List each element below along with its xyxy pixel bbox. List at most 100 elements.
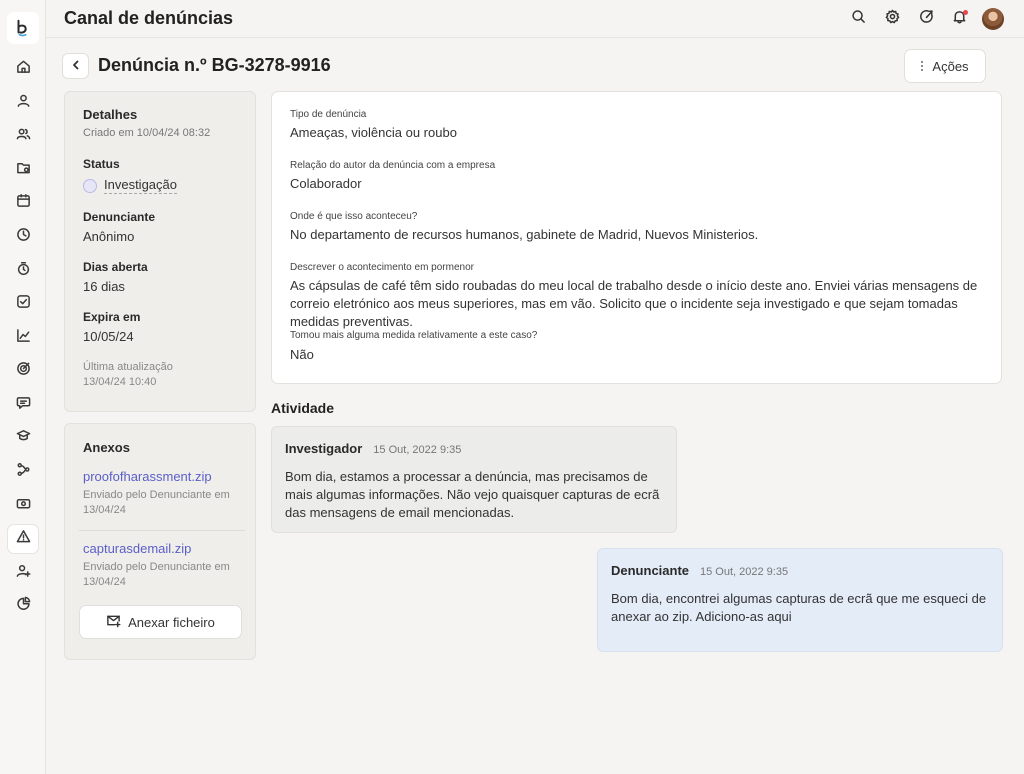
status-value: Investigação bbox=[104, 177, 177, 194]
attachment-meta: Enviado pelo Denunciante em 13/04/24 bbox=[83, 561, 230, 588]
pie-chart-icon bbox=[16, 596, 31, 616]
expires-value: 10/05/24 bbox=[83, 329, 134, 344]
nav-profile[interactable] bbox=[7, 88, 39, 118]
calendar-icon bbox=[16, 193, 31, 213]
status-dot-icon bbox=[83, 178, 97, 193]
message-author: Investigador bbox=[285, 441, 363, 456]
clock-icon bbox=[16, 227, 31, 247]
alert-icon bbox=[16, 529, 31, 549]
more-vertical-icon bbox=[921, 61, 924, 71]
nav-analytics[interactable] bbox=[7, 323, 39, 353]
report-answer: As cápsulas de café têm sido roubadas do… bbox=[290, 278, 978, 329]
divider bbox=[79, 530, 245, 531]
search-icon bbox=[851, 9, 866, 29]
page-title: Denúncia n.º BG-3278-9916 bbox=[98, 55, 331, 75]
report-card: Tipo de denúncia Ameaças, violência ou r… bbox=[271, 91, 1002, 384]
nav-workflows[interactable] bbox=[7, 457, 39, 487]
last-updated-value: 13/04/24 10:40 bbox=[83, 376, 157, 388]
gauge-icon bbox=[919, 9, 934, 29]
money-icon bbox=[16, 496, 31, 516]
nav-calendar[interactable] bbox=[7, 188, 39, 218]
notification-badge bbox=[963, 10, 968, 15]
report-answer: Não bbox=[290, 347, 314, 362]
timer-icon bbox=[16, 261, 31, 281]
notifications-button[interactable] bbox=[950, 10, 968, 28]
sidebar bbox=[0, 0, 46, 774]
check-icon bbox=[16, 294, 31, 314]
message-time: 15 Out, 2022 9:35 bbox=[373, 444, 462, 456]
user-icon bbox=[16, 93, 31, 113]
attachment-link[interactable]: capturasdemail.zip bbox=[83, 541, 237, 556]
folder-icon bbox=[16, 160, 31, 180]
nav-home[interactable] bbox=[7, 54, 39, 84]
nav-onboarding[interactable] bbox=[7, 558, 39, 588]
status-selector[interactable]: Investigação bbox=[83, 177, 237, 194]
attachments-heading: Anexos bbox=[83, 440, 130, 455]
report-answer: No departamento de recursos humanos, gab… bbox=[290, 227, 759, 242]
nav-documents[interactable] bbox=[7, 155, 39, 185]
attach-file-button[interactable]: Anexar ficheiro bbox=[79, 605, 242, 639]
chevron-left-icon bbox=[71, 57, 81, 75]
workflow-icon bbox=[16, 462, 31, 482]
nav-timer[interactable] bbox=[7, 256, 39, 286]
activity-message: Investigador 15 Out, 2022 9:35 Bom dia, … bbox=[271, 426, 677, 533]
user-add-icon bbox=[16, 563, 31, 583]
days-open-value: 16 dias bbox=[83, 279, 125, 294]
search-button[interactable] bbox=[849, 10, 867, 28]
settings-button[interactable] bbox=[883, 9, 901, 29]
reporter-label: Denunciante bbox=[83, 210, 156, 224]
nav-reports[interactable] bbox=[7, 591, 39, 621]
report-question: Descrever o acontecimento em pormenor bbox=[290, 262, 474, 273]
activity-message: Denunciante 15 Out, 2022 9:35 Bom dia, e… bbox=[597, 548, 1003, 652]
actions-label: Ações bbox=[932, 58, 969, 74]
nav-people[interactable] bbox=[7, 121, 39, 151]
last-updated-label: Última atualização bbox=[83, 361, 173, 373]
attach-file-label: Anexar ficheiro bbox=[128, 614, 215, 630]
chat-icon bbox=[16, 395, 31, 415]
attachment-item: proofofharassment.zip Enviado pelo Denun… bbox=[83, 469, 237, 518]
speed-button[interactable] bbox=[917, 10, 935, 28]
created-date: Criado em 10/04/24 08:32 bbox=[83, 127, 211, 139]
logo-icon[interactable] bbox=[7, 12, 39, 44]
activity-heading: Atividade bbox=[271, 400, 335, 416]
message-author: Denunciante bbox=[611, 563, 690, 578]
education-icon bbox=[16, 428, 31, 448]
days-open-label: Dias aberta bbox=[83, 260, 148, 274]
message-text: Bom dia, estamos a processar a denúncia,… bbox=[285, 469, 660, 520]
message-time: 15 Out, 2022 9:35 bbox=[700, 566, 789, 578]
gear-icon bbox=[885, 9, 900, 29]
attachments-card: Anexos proofofharassment.zip Enviado pel… bbox=[64, 423, 256, 660]
details-card: Detalhes Criado em 10/04/24 08:32 Status… bbox=[64, 91, 256, 412]
nav-goals[interactable] bbox=[7, 356, 39, 386]
chart-icon bbox=[16, 328, 31, 348]
app-title: Canal de denúncias bbox=[64, 8, 234, 28]
nav-tasks[interactable] bbox=[7, 289, 39, 319]
top-bar: Canal de denúncias bbox=[46, 0, 1024, 38]
details-heading: Detalhes bbox=[83, 107, 138, 122]
reporter-value: Anônimo bbox=[83, 229, 135, 244]
report-question: Relação do autor da denúncia com a empre… bbox=[290, 160, 496, 171]
message-text: Bom dia, encontrei algumas capturas de e… bbox=[611, 591, 987, 624]
nav-payroll[interactable] bbox=[7, 491, 39, 521]
users-icon bbox=[16, 126, 31, 146]
attachment-item: capturasdemail.zip Enviado pelo Denuncia… bbox=[83, 541, 237, 590]
expires-label: Expira em bbox=[83, 310, 141, 324]
report-question: Onde é que isso aconteceu? bbox=[290, 211, 418, 222]
report-question: Tipo de denúncia bbox=[290, 109, 367, 120]
user-avatar[interactable] bbox=[982, 8, 1004, 30]
attachment-meta: Enviado pelo Denunciante em 13/04/24 bbox=[83, 489, 230, 516]
nav-feedback[interactable] bbox=[7, 390, 39, 420]
attachment-link[interactable]: proofofharassment.zip bbox=[83, 469, 237, 484]
back-button[interactable] bbox=[62, 53, 89, 79]
home-icon bbox=[16, 59, 31, 79]
nav-training[interactable] bbox=[7, 423, 39, 453]
nav-time[interactable] bbox=[7, 222, 39, 252]
report-question: Tomou mais alguma medida relativamente a… bbox=[290, 330, 538, 341]
nav-whistleblowing[interactable] bbox=[7, 524, 39, 554]
mail-attach-icon bbox=[106, 613, 121, 631]
actions-button[interactable]: Ações bbox=[904, 49, 986, 83]
report-answer: Ameaças, violência ou roubo bbox=[290, 125, 457, 140]
report-answer: Colaborador bbox=[290, 176, 362, 191]
target-icon bbox=[16, 361, 31, 381]
status-label: Status bbox=[83, 157, 120, 171]
